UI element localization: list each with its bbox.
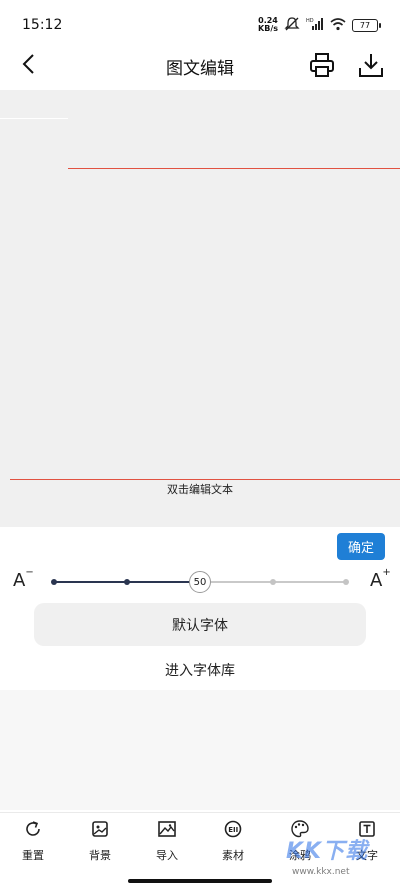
decrease-font-label: A [13,570,26,591]
plus-sign-icon: + [382,567,391,578]
minus-sign-icon: − [25,567,34,578]
tool-label: 重置 [22,849,44,862]
reset-button[interactable]: 重置 [3,819,63,869]
import-button[interactable]: 导入 [137,819,197,869]
tool-label: 背景 [89,849,111,862]
status-time: 15:12 [22,17,63,33]
confirm-button[interactable]: 确定 [337,533,385,560]
background-button[interactable]: 背景 [70,819,130,869]
status-icons: 0.24 KB/s HD 77 [258,16,381,35]
printer-icon [310,53,334,77]
page-title: 图文编辑 [166,59,234,79]
material-icon: EII [224,820,242,838]
home-indicator [128,879,272,883]
decrease-font-size-button[interactable]: A− [13,567,34,591]
download-icon [359,54,383,77]
wifi-icon [330,16,346,35]
increase-font-size-button[interactable]: A+ [370,567,391,591]
font-size-row: A− 50 A+ [0,566,400,600]
import-image-icon [158,821,176,837]
watermark-url: www.kkx.net [292,867,350,877]
font-selector-button[interactable]: 默认字体 [34,603,366,646]
editable-text[interactable]: 双击编辑文本 [0,481,400,497]
hd-label: HD [306,18,314,24]
editing-canvas[interactable]: 双击编辑文本 [0,90,400,527]
mute-bell-icon [284,16,300,35]
background-icon [92,821,108,837]
slider-tick [343,579,349,585]
print-button[interactable] [308,51,336,79]
increase-font-label: A [370,570,383,591]
slider-tick [51,579,57,585]
network-speed-unit: KB/s [258,24,278,33]
watermark-text: KK下载 [286,839,369,864]
header-bar: 图文编辑 [0,40,400,90]
cell-signal-icon: HD [306,16,324,35]
font-size-slider[interactable]: 50 [51,566,349,600]
material-button[interactable]: EII 素材 [203,819,263,869]
svg-text:EII: EII [228,826,238,834]
slider-tick [124,579,130,585]
watermark: KK下载 www.kkx.net [286,833,390,885]
tool-label: 导入 [156,849,178,862]
guide-line-bottom [10,479,400,480]
panel-blank-area [0,690,400,810]
tool-label: 素材 [222,849,244,862]
battery-indicator: 77 [352,18,381,32]
reset-icon [26,821,40,836]
guide-line-top [68,168,400,169]
slider-knob[interactable]: 50 [189,571,211,593]
canvas-divider [0,118,68,119]
download-button[interactable] [356,51,386,79]
slider-tick [270,579,276,585]
font-library-link[interactable]: 进入字体库 [0,660,400,680]
network-speed: 0.24 KB/s [258,17,278,33]
